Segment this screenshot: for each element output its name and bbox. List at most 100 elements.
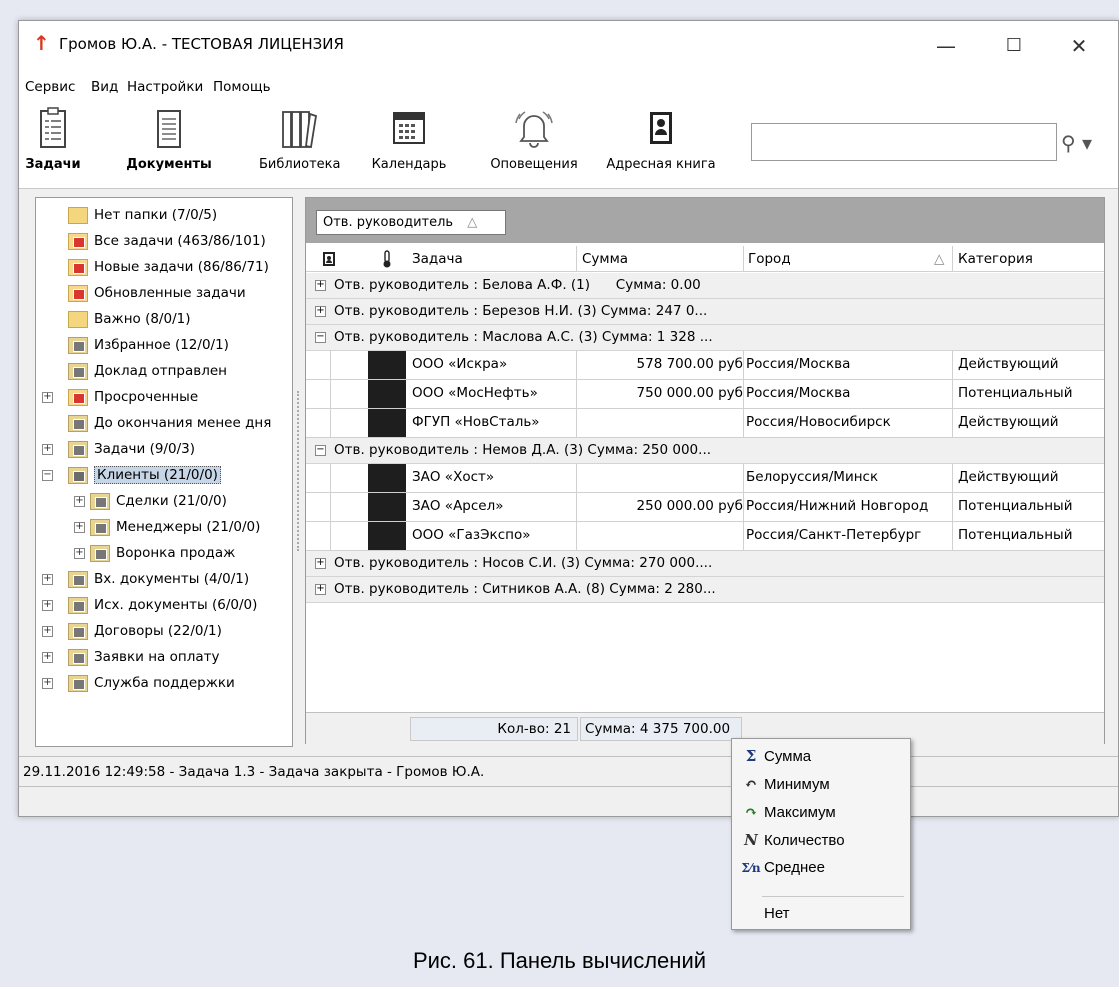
toolbar-address-book-button[interactable]: Адресная книга <box>601 107 721 172</box>
bell-icon <box>515 111 553 148</box>
menu-item-average[interactable]: Σ⁄n Среднее <box>738 855 904 881</box>
cell-border <box>743 522 744 551</box>
cell-city: Россия/Москва <box>746 385 851 401</box>
tree-item[interactable]: Избранное (12/0/1) <box>68 332 229 358</box>
expand-icon[interactable]: + <box>42 443 53 455</box>
tree-item[interactable]: + Служба поддержки <box>42 670 235 696</box>
summary-footer: Кол-во: 21 Сумма: 4 375 700.00 <box>306 712 1104 744</box>
priority-cell <box>368 380 406 408</box>
menu-help[interactable]: Помощь <box>213 79 271 95</box>
average-icon: Σ⁄n <box>741 861 761 875</box>
search-input[interactable] <box>751 123 1057 161</box>
tree-item[interactable]: Обновленные задачи <box>68 280 246 306</box>
menu-settings[interactable]: Настройки <box>127 79 203 95</box>
expand-icon[interactable]: + <box>42 599 53 611</box>
expand-icon[interactable]: + <box>42 625 53 637</box>
table-row[interactable]: ООО «ГазЭкспо» Россия/Санкт-Петербург Поте… <box>306 522 1104 551</box>
column-city[interactable]: Город <box>748 251 791 267</box>
group-row[interactable]: − Отв. руководитель : Маслова А.С. (3) Су… <box>306 325 1104 351</box>
tree-item-selected[interactable]: − Клиенты (21/0/0) <box>42 462 221 488</box>
contact-column-icon[interactable] <box>322 251 336 267</box>
priority-cell <box>368 351 406 379</box>
collapse-icon[interactable]: − <box>315 445 326 456</box>
tree-item[interactable]: + Вх. документы (4/0/1) <box>42 566 249 592</box>
group-by-tag[interactable]: Отв. руководитель △ <box>316 210 506 235</box>
expand-icon[interactable]: + <box>74 495 85 507</box>
cell-category: Действующий <box>958 356 1059 372</box>
menu-item-sum[interactable]: Σ Сумма <box>738 743 904 769</box>
tree-item[interactable]: + Менеджеры (21/0/0) <box>74 514 260 540</box>
maximize-button[interactable]: ☐ <box>999 31 1029 61</box>
close-button[interactable]: ✕ <box>1064 31 1094 61</box>
table-row[interactable]: ООО «МосНефть» 750 000.00 руб Россия/Москв… <box>306 380 1104 409</box>
table-row[interactable]: ЗАО «Хост» Белоруссия/Минск Действующий <box>306 464 1104 493</box>
group-row[interactable]: + Отв. руководитель : Ситников А.А. (8) С… <box>306 577 1104 603</box>
tree-item[interactable]: + Заявки на оплату <box>42 644 219 670</box>
toolbar-notifications-button[interactable]: Оповещения <box>484 107 584 172</box>
group-by-panel: Отв. руководитель △ <box>306 198 1104 243</box>
toolbar-documents-button[interactable]: Документы <box>119 107 219 172</box>
expand-icon[interactable]: + <box>42 677 53 689</box>
menu-view[interactable]: Вид <box>91 79 118 95</box>
expand-icon[interactable]: + <box>315 584 326 595</box>
cell-border <box>952 464 953 493</box>
expand-icon[interactable]: + <box>42 573 53 585</box>
column-sum[interactable]: Сумма <box>582 251 628 267</box>
tree-item[interactable]: Новые задачи (86/86/71) <box>68 254 269 280</box>
cell-category: Потенциальный <box>958 527 1073 543</box>
menu-item-maximum[interactable]: ↷ Максимум <box>738 799 904 825</box>
collapse-icon[interactable]: − <box>42 469 53 481</box>
table-row[interactable]: ЗАО «Арсел» 250 000.00 руб Россия/Нижний Н… <box>306 493 1104 522</box>
column-task[interactable]: Задача <box>412 251 463 267</box>
expand-icon[interactable]: + <box>315 558 326 569</box>
tree-item[interactable]: + Воронка продаж <box>74 540 235 566</box>
group-row[interactable]: + Отв. руководитель : Березов Н.И. (3) Су… <box>306 299 1104 325</box>
table-row[interactable]: ООО «Искра» 578 700.00 руб Россия/Москва Де… <box>306 351 1104 380</box>
toolbar-calendar-label: Календарь <box>371 157 447 172</box>
tree-item[interactable]: + Исх. документы (6/0/0) <box>42 592 257 618</box>
collapse-icon[interactable]: − <box>315 332 326 343</box>
cell-task: ООО «Искра» <box>412 356 508 372</box>
tree-item[interactable]: + Просроченные <box>42 384 198 410</box>
toolbar-tasks-button[interactable]: Задачи <box>25 107 81 172</box>
cell-border <box>743 351 744 380</box>
menu-service[interactable]: Сервис <box>25 79 75 95</box>
cell-city: Белоруссия/Минск <box>746 469 879 485</box>
cell-city: Россия/Москва <box>746 356 851 372</box>
expand-icon[interactable]: + <box>42 651 53 663</box>
panel-splitter[interactable] <box>297 391 301 551</box>
tree-item[interactable]: + Договоры (22/0/1) <box>42 618 222 644</box>
menu-item-none[interactable]: Нет <box>738 901 904 927</box>
expand-icon[interactable]: + <box>74 547 85 559</box>
thermometer-icon[interactable] <box>382 250 392 268</box>
column-category[interactable]: Категория <box>958 251 1033 267</box>
folder-red-icon <box>68 232 88 250</box>
tree-item[interactable]: Важно (8/0/1) <box>68 306 190 332</box>
expand-icon[interactable]: + <box>315 280 326 291</box>
menu-item-count[interactable]: N Количество <box>738 827 904 853</box>
cell-task: ФГУП «НовСталь» <box>412 414 540 430</box>
toolbar-calendar-button[interactable]: Календарь <box>369 107 449 172</box>
tree-item[interactable]: Все задачи (463/86/101) <box>68 228 266 254</box>
tree-item[interactable]: До окончания менее дня <box>68 410 271 436</box>
expand-icon[interactable]: + <box>315 306 326 317</box>
expand-icon[interactable]: + <box>74 521 85 533</box>
group-row[interactable]: − Отв. руководитель : Немов Д.А. (3) Сумм… <box>306 438 1104 464</box>
footer-sum[interactable]: Сумма: 4 375 700.00 <box>580 717 742 741</box>
expand-icon[interactable]: + <box>42 391 53 403</box>
cell-task: ООО «ГазЭкспо» <box>412 527 531 543</box>
footer-count[interactable]: Кол-во: 21 <box>410 717 578 741</box>
minimize-button[interactable]: — <box>931 31 961 61</box>
menu-item-minimum[interactable]: ↶ Минимум <box>738 771 904 797</box>
app-window: ↑ Громов Ю.А. - ТЕСТОВАЯ ЛИЦЕНЗИЯ — ☐ ✕ … <box>18 20 1119 817</box>
toolbar-library-button[interactable]: Библиотека <box>259 107 341 172</box>
tree-item[interactable]: + Сделки (21/0/0) <box>74 488 227 514</box>
tree-item[interactable]: Нет папки (7/0/5) <box>68 202 217 228</box>
search-icon[interactable]: ⚲ ▾ <box>1061 131 1092 155</box>
group-row[interactable]: + Отв. руководитель : Белова А.Ф. (1) Сум… <box>306 273 1104 299</box>
count-icon: N <box>744 831 758 849</box>
tree-item[interactable]: Доклад отправлен <box>68 358 227 384</box>
tree-item[interactable]: + Задачи (9/0/3) <box>42 436 195 462</box>
group-row[interactable]: + Отв. руководитель : Носов С.И. (3) Сумм… <box>306 551 1104 577</box>
table-row[interactable]: ФГУП «НовСталь» Россия/Новосибирск Действу… <box>306 409 1104 438</box>
